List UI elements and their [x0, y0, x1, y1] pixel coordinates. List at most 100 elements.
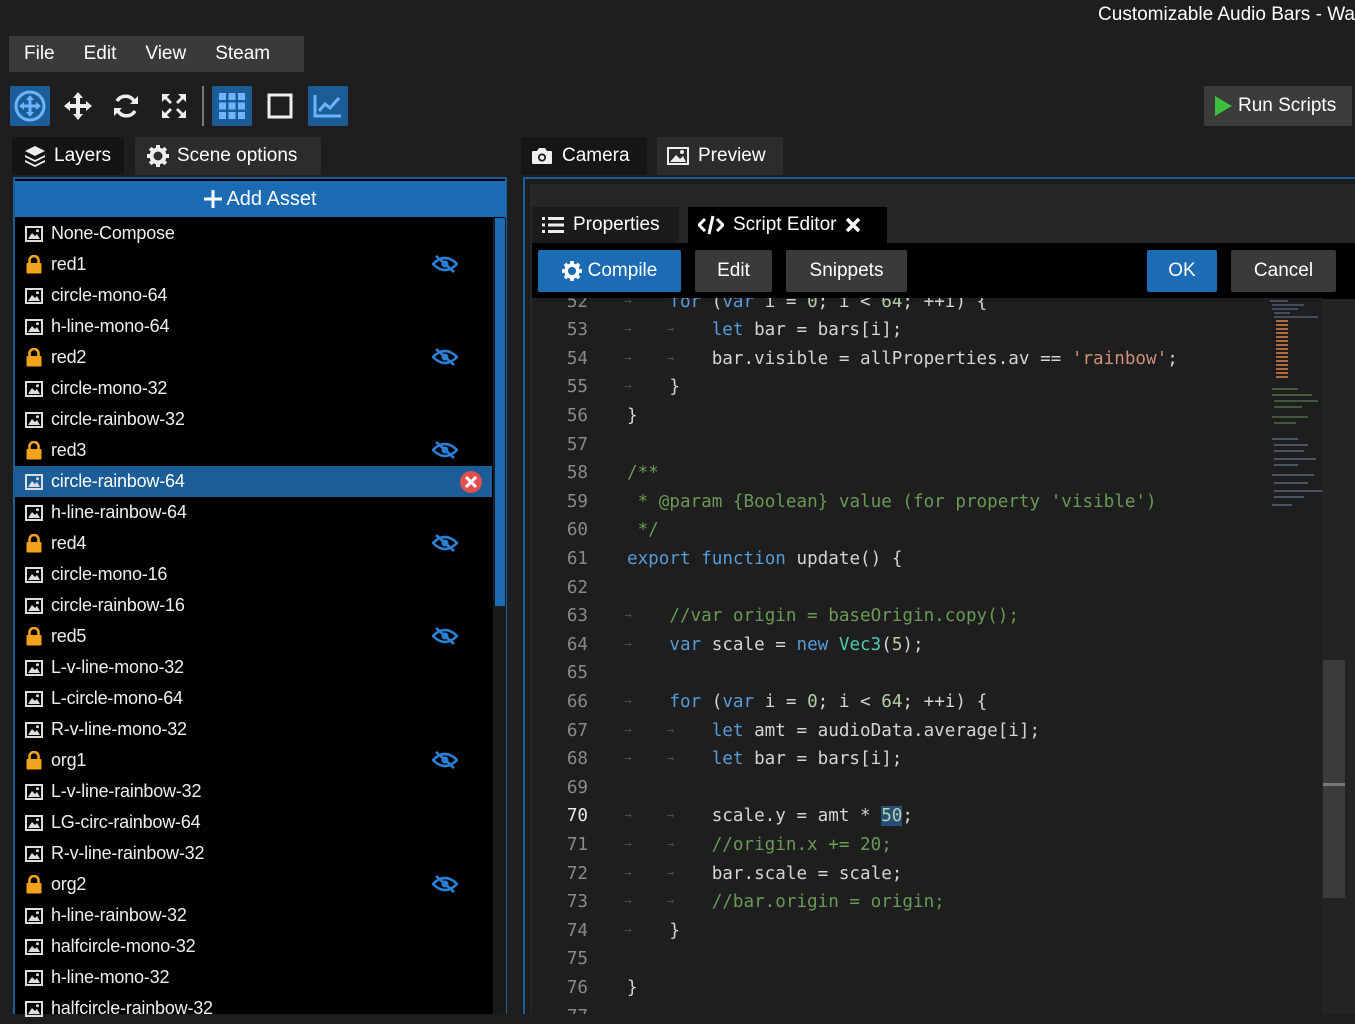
menu-view[interactable]: View — [130, 43, 200, 65]
layer-row[interactable]: org1 — [15, 745, 492, 776]
indent-guide: → — [624, 636, 632, 652]
eye-slash-icon[interactable] — [431, 627, 459, 650]
line-number: 60 — [566, 520, 588, 541]
bounds-toggle-button[interactable] — [260, 86, 300, 126]
layer-name: LG-circ-rainbow-64 — [51, 812, 201, 832]
code-minimap[interactable] — [1268, 299, 1322, 519]
code-text: scale.y = amt * 50; — [712, 802, 913, 831]
tab-scene-options[interactable]: Scene options — [135, 137, 321, 175]
editor-scrollbar[interactable] — [1322, 299, 1355, 1014]
layer-row[interactable]: red3 — [15, 435, 492, 466]
tab-preview[interactable]: Preview — [657, 137, 783, 175]
eye-slash-icon[interactable] — [431, 441, 459, 464]
code-token: ; — [902, 806, 913, 827]
lock-icon — [25, 534, 43, 553]
layer-row[interactable]: h-line-mono-32 — [15, 962, 492, 993]
layer-name: halfcircle-rainbow-32 — [51, 998, 213, 1018]
eye-slash-icon[interactable] — [431, 875, 459, 898]
tab-camera[interactable]: Camera — [521, 137, 647, 175]
indent-guide: → — [624, 322, 632, 338]
tab-properties[interactable]: Properties — [532, 207, 679, 243]
code-token: bar = bars[i]; — [743, 320, 903, 341]
indent-guide: → — [666, 751, 675, 767]
menu-edit[interactable]: Edit — [69, 43, 131, 65]
delete-layer-icon[interactable] — [459, 470, 483, 499]
layer-row[interactable]: LG-circ-rainbow-64 — [15, 807, 492, 838]
cancel-button[interactable]: Cancel — [1231, 250, 1336, 292]
layer-row[interactable]: org2 — [15, 869, 492, 900]
layer-row[interactable]: R-v-line-mono-32 — [15, 714, 492, 745]
code-line: 64 → var scale = new Vec3(5); — [532, 631, 1322, 660]
tab-layers[interactable]: Layers — [12, 137, 124, 175]
code-token: ( — [881, 634, 892, 655]
code-text: } — [627, 402, 638, 431]
code-token: bar.scale = scale; — [711, 863, 903, 884]
eye-slash-icon[interactable] — [431, 348, 459, 371]
layer-row[interactable]: L-v-line-mono-32 — [15, 652, 492, 683]
list-icon — [542, 217, 564, 233]
tab-script-editor[interactable]: Script Editor — [688, 207, 887, 243]
image-icon — [25, 659, 43, 677]
indent-guide: → — [624, 865, 632, 881]
layer-row[interactable]: h-line-rainbow-32 — [15, 900, 492, 931]
code-token: bar.visible = allProperties.av == — [711, 348, 1072, 369]
code-token: amt = audioData.average[i]; — [743, 720, 1041, 741]
code-editor[interactable]: 52 → for (var i = 0; i < 64; ++i) {53 → → let… — [532, 298, 1322, 1014]
layer-row[interactable]: h-line-rainbow-64 — [15, 497, 492, 528]
code-text: var scale = new Vec3(5); — [669, 631, 923, 660]
snippets-button[interactable]: Snippets — [786, 250, 907, 292]
indent-guide: → — [624, 722, 632, 738]
eye-slash-icon[interactable] — [431, 751, 459, 774]
layer-row[interactable]: red1 — [15, 249, 492, 280]
line-number: 69 — [566, 777, 588, 798]
compile-button[interactable]: Compile — [538, 250, 681, 292]
layer-name: red5 — [51, 626, 87, 646]
layer-row[interactable]: h-line-mono-64 — [15, 311, 492, 342]
layer-row[interactable]: None-Compose — [15, 218, 492, 249]
code-line: 53 → → let bar = bars[i]; — [532, 316, 1322, 345]
code-line: 59 * @param {Boolean} value (for propert… — [532, 488, 1322, 517]
edit-button[interactable]: Edit — [695, 250, 772, 292]
scale-tool-button[interactable] — [154, 86, 194, 126]
layer-row[interactable]: circle-mono-32 — [15, 373, 492, 404]
code-token: //bar.origin = origin; — [711, 892, 945, 913]
grid-toggle-button[interactable] — [212, 86, 252, 126]
layer-row[interactable]: red4 — [15, 528, 492, 559]
layer-row[interactable]: circle-rainbow-64 — [15, 466, 492, 497]
run-scripts-button[interactable]: Run Scripts — [1204, 86, 1352, 126]
layers-scrollbar-thumb[interactable] — [495, 218, 505, 606]
layer-row[interactable]: L-circle-mono-64 — [15, 683, 492, 714]
indent-guide: → — [624, 298, 632, 309]
eye-slash-icon[interactable] — [431, 255, 459, 278]
layer-row[interactable]: circle-rainbow-16 — [15, 590, 492, 621]
layer-row[interactable]: halfcircle-mono-32 — [15, 931, 492, 962]
layer-name: circle-mono-16 — [51, 564, 168, 584]
layer-row[interactable]: red5 — [15, 621, 492, 652]
code-text: export function update() { — [627, 545, 902, 574]
editor-scrollbar-thumb[interactable] — [1323, 660, 1345, 898]
menu-steam[interactable]: Steam — [200, 43, 284, 65]
select-tool-button[interactable] — [10, 86, 50, 126]
eye-slash-icon[interactable] — [431, 534, 459, 557]
indent-guide: → — [624, 350, 632, 366]
code-token: scale = — [701, 634, 797, 655]
layer-row[interactable]: circle-mono-64 — [15, 280, 492, 311]
layer-row[interactable]: circle-mono-16 — [15, 559, 492, 590]
audio-toggle-button[interactable] — [308, 86, 348, 126]
ok-button[interactable]: OK — [1147, 250, 1217, 292]
line-number: 66 — [566, 691, 588, 712]
menu-file[interactable]: File — [9, 43, 69, 65]
layer-row[interactable]: halfcircle-rainbow-32 — [15, 993, 492, 1024]
move-tool-button[interactable] — [58, 86, 98, 126]
layer-row[interactable]: circle-rainbow-32 — [15, 404, 492, 435]
layer-row[interactable]: red2 — [15, 342, 492, 373]
add-asset-label: Add Asset — [226, 187, 317, 210]
lock-icon — [25, 751, 43, 770]
rotate-tool-button[interactable] — [106, 86, 146, 126]
image-icon — [25, 690, 43, 708]
close-icon[interactable] — [845, 217, 861, 233]
layer-row[interactable]: R-v-line-rainbow-32 — [15, 838, 492, 869]
add-asset-button[interactable]: Add Asset — [15, 181, 506, 217]
layer-row[interactable]: L-v-line-rainbow-32 — [15, 776, 492, 807]
code-line: 61 export function update() { — [532, 545, 1322, 574]
